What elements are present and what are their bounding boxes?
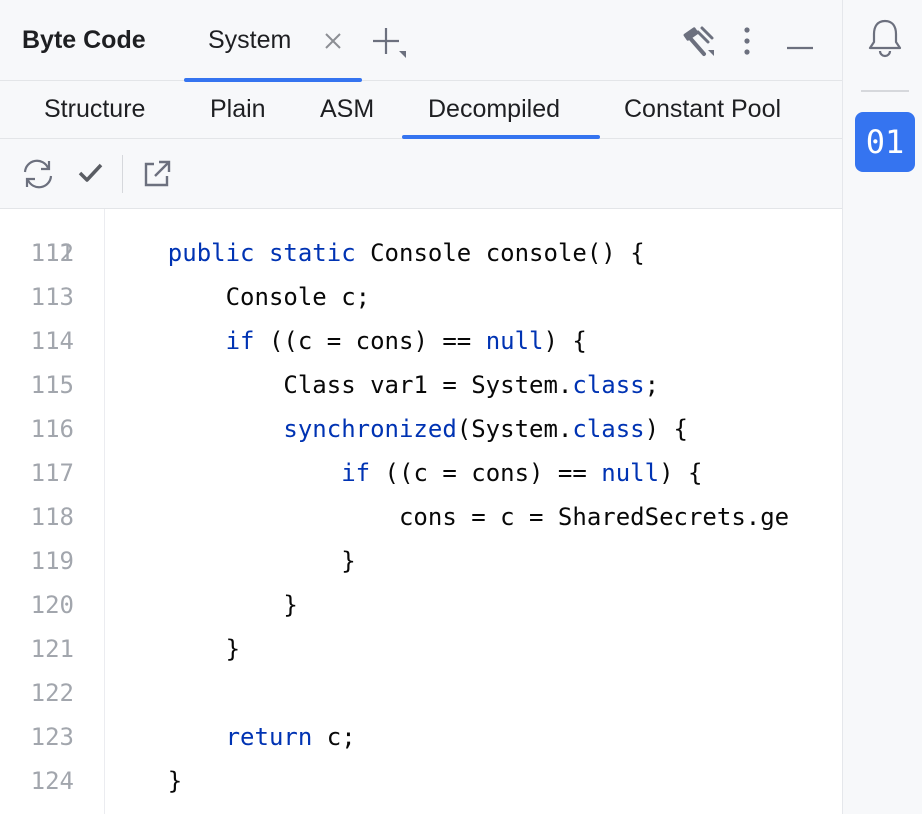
code-line: 113 Console c; [0, 275, 842, 319]
line-number: 119 [30, 547, 74, 575]
code-token: } [110, 591, 298, 619]
keyword-token: null [601, 459, 660, 487]
code-text: if ((c = cons) == null) { [110, 319, 587, 363]
keyword-token: public [167, 239, 255, 267]
line-number: 123 [30, 723, 74, 751]
check-icon[interactable] [78, 161, 104, 190]
keyword-token: if [225, 327, 255, 355]
code-text: cons = c = SharedSecrets.ge [110, 495, 789, 539]
line-number: 121 [30, 635, 74, 663]
code-token: ) { [644, 415, 688, 443]
code-text: } [110, 627, 240, 671]
line-number: 115 [30, 371, 74, 399]
keyword-token: synchronized [283, 415, 457, 443]
code-text: } [110, 583, 298, 627]
code-token: ((c = cons) == [370, 459, 602, 487]
line-number: 122 [30, 679, 74, 707]
code-token: ) { [659, 459, 703, 487]
line-number: 114 [30, 327, 74, 355]
decompiled-code-editor[interactable]: 111 112 public static Console console() … [0, 209, 842, 814]
code-text: if ((c = cons) == null) { [110, 451, 702, 495]
code-token: Console c; [110, 283, 371, 311]
strip-separator [861, 90, 909, 92]
view-mode-tabs: Structure Plain ASM Decompiled Constant … [0, 81, 842, 139]
code-line: 118 cons = c = SharedSecrets.ge [0, 495, 842, 539]
minimize-icon[interactable] [786, 38, 814, 56]
line-number: 117 [30, 459, 74, 487]
toolbar-separator [122, 155, 123, 193]
line-number: 116 [30, 415, 74, 443]
code-token: c; [312, 723, 356, 751]
hammer-icon[interactable] [680, 24, 716, 65]
code-text: Console c; [110, 275, 371, 319]
keyword-token: static [268, 239, 356, 267]
line-number: 112 [30, 239, 74, 267]
tab-asm[interactable]: ASM [320, 95, 374, 124]
line-number: 120 [30, 591, 74, 619]
code-token: } [110, 767, 183, 795]
code-text: return c; [110, 715, 356, 759]
code-line: 119 } [0, 539, 842, 583]
right-tool-strip: 01 [842, 0, 922, 814]
line-number: 113 [30, 283, 74, 311]
bytecode-toolwindow-button[interactable]: 01 [855, 112, 915, 172]
tool-window-title: Byte Code [22, 26, 146, 54]
add-tab-icon[interactable] [372, 26, 408, 65]
byte-code-tool-window: Byte Code System Structure Plain ASM Dec… [0, 0, 842, 814]
code-token: ) { [543, 327, 587, 355]
code-line: 116 synchronized(System.class) { [0, 407, 842, 451]
editor-toolbar [0, 139, 842, 209]
code-text: } [110, 539, 356, 583]
open-external-icon[interactable] [142, 159, 172, 194]
code-token: Console console() { [355, 239, 645, 267]
code-line: 123 return c; [0, 715, 842, 759]
code-text: public static Console console() { [110, 231, 645, 275]
close-icon[interactable] [322, 30, 344, 52]
tab-decompiled[interactable]: Decompiled [428, 95, 560, 124]
code-token: (System. [456, 415, 573, 443]
code-text: Class var1 = System.class; [110, 363, 659, 407]
tab-constant-pool[interactable]: Constant Pool [624, 95, 781, 124]
code-line: 114 if ((c = cons) == null) { [0, 319, 842, 363]
more-vertical-icon[interactable] [740, 26, 754, 61]
tool-window-header: Byte Code System [0, 0, 842, 82]
code-line: 121 } [0, 627, 842, 671]
keyword-token: null [485, 327, 544, 355]
code-line: 115 Class var1 = System.class; [0, 363, 842, 407]
tab-structure[interactable]: Structure [44, 95, 145, 124]
tab-system[interactable]: System [184, 0, 362, 82]
code-token: ((c = cons) == [254, 327, 486, 355]
keyword-token: class [572, 415, 645, 443]
code-token: Class var1 = System. [110, 371, 573, 399]
line-number: 124 [30, 767, 74, 795]
code-line: 111 [0, 209, 842, 267]
code-line: 124 } [0, 759, 842, 803]
refresh-icon[interactable] [20, 157, 56, 196]
keyword-token: return [225, 723, 313, 751]
tab-system-label: System [208, 26, 292, 54]
code-token: } [110, 547, 356, 575]
code-token: ; [644, 371, 660, 399]
code-line: 120 } [0, 583, 842, 627]
code-line: 122 [0, 671, 842, 715]
code-token: } [110, 635, 241, 663]
keyword-token: class [572, 371, 645, 399]
tab-plain[interactable]: Plain [210, 95, 266, 124]
keyword-token: if [341, 459, 371, 487]
code-line: 117 if ((c = cons) == null) { [0, 451, 842, 495]
line-number: 118 [30, 503, 74, 531]
code-text: } [110, 759, 182, 803]
code-token: cons = c = SharedSecrets.ge [110, 503, 790, 531]
bell-icon[interactable] [867, 18, 903, 63]
code-text: synchronized(System.class) { [110, 407, 688, 451]
code-line: 112 public static Console console() { [0, 231, 842, 275]
